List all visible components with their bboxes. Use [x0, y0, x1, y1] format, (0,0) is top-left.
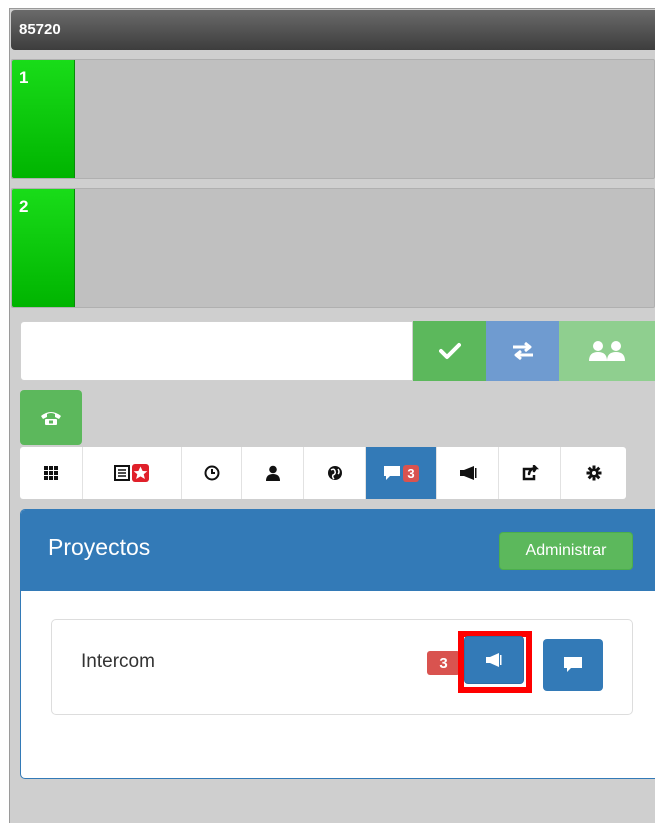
users-icon [588, 341, 625, 361]
line-2-label: 2 [12, 189, 75, 307]
toolbar-tabs: 3 [20, 447, 626, 499]
hangup-button[interactable] [20, 390, 82, 445]
dial-row [20, 321, 655, 381]
tab-history[interactable] [182, 447, 242, 499]
tab-intercom[interactable] [437, 447, 499, 499]
megaphone-icon [459, 466, 476, 480]
line-1-label: 1 [12, 60, 75, 178]
globe-icon [327, 466, 342, 480]
share-icon [522, 465, 539, 481]
admin-button[interactable]: Administrar [499, 532, 633, 570]
intercom-chat-button[interactable] [543, 639, 603, 691]
phone-window: 85720 1 2 3 Proyectos Administrar Interc… [9, 8, 655, 823]
user-icon [265, 465, 280, 481]
line-2[interactable]: 2 [11, 188, 655, 308]
project-badge: 3 [427, 651, 460, 675]
chat-badge: 3 [403, 464, 419, 482]
transfer-button[interactable] [486, 321, 559, 381]
window-title: 85720 [11, 10, 655, 50]
intercom-broadcast-button[interactable] [464, 636, 524, 684]
megaphone-icon [486, 653, 502, 667]
tab-share[interactable] [499, 447, 561, 499]
tab-web[interactable] [304, 447, 366, 499]
phone-icon [41, 411, 61, 425]
tab-settings[interactable] [561, 447, 626, 499]
tab-contacts[interactable] [242, 447, 304, 499]
call-button[interactable] [413, 321, 486, 381]
projects-panel: Proyectos Administrar Intercom 3 [20, 509, 655, 779]
tab-chat[interactable]: 3 [366, 447, 437, 499]
tab-keypad[interactable] [20, 447, 83, 499]
check-icon [438, 343, 461, 359]
gear-icon [586, 465, 601, 481]
projects-header: Proyectos Administrar [21, 510, 655, 591]
project-name: Intercom [81, 651, 155, 672]
transfer-icon [512, 341, 533, 361]
dial-input[interactable] [20, 321, 413, 381]
chat-icon [564, 657, 582, 672]
contacts-favorites-icon [114, 464, 149, 482]
tab-contacts-favorites[interactable] [83, 447, 182, 499]
project-item-intercom: Intercom 3 [51, 619, 633, 715]
history-clock-icon [204, 465, 219, 481]
line-1[interactable]: 1 [11, 59, 655, 179]
conference-button[interactable] [559, 321, 655, 381]
chat-icon [384, 466, 401, 480]
keypad-icon [44, 466, 58, 480]
projects-title: Proyectos [48, 534, 151, 560]
